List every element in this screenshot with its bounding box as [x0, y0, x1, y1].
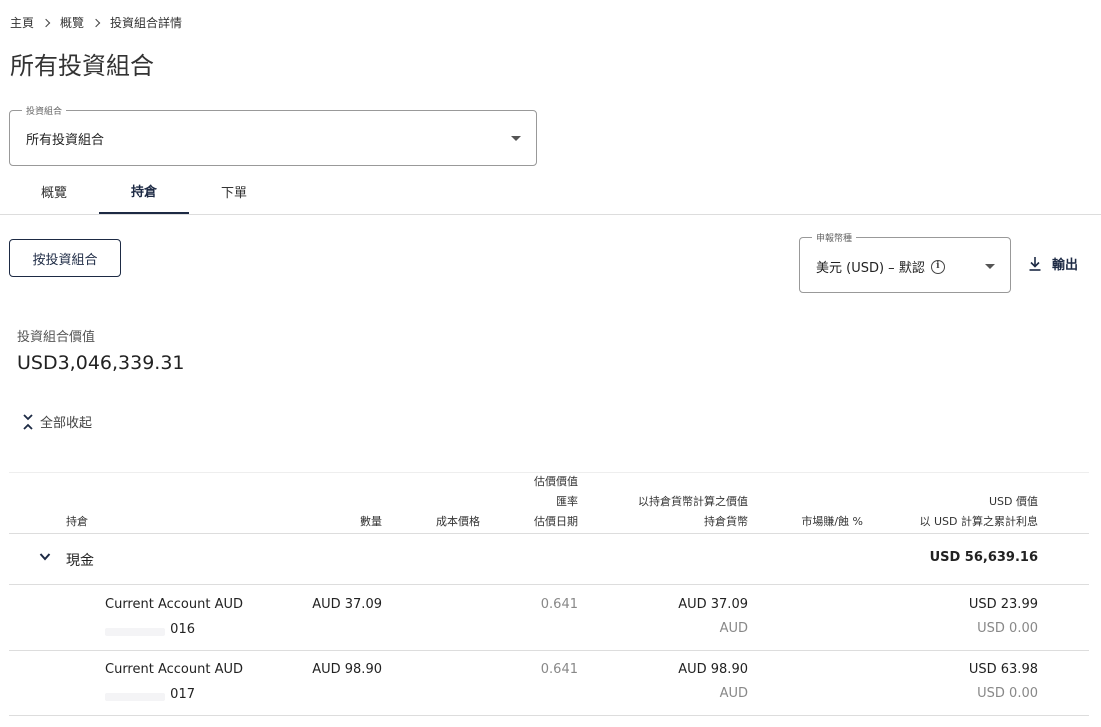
breadcrumb-overview[interactable]: 概覽: [60, 14, 84, 31]
breadcrumb-home[interactable]: 主頁: [10, 14, 34, 31]
breadcrumb-current: 投資組合詳情: [110, 16, 183, 30]
collapse-all-label: 全部收起: [40, 416, 93, 431]
col-header-holding-ccy: 持倉貨幣: [704, 515, 748, 528]
tab-bar: 概覽 持倉 下單: [9, 168, 279, 214]
download-icon: [1029, 256, 1041, 271]
col-header-exchange-rate: 匯率: [556, 495, 578, 508]
col-header-valuation-value: 估價價值: [534, 475, 578, 488]
portfolio-select[interactable]: 投資組合 所有投資組合: [9, 104, 537, 166]
page-title: 所有投資組合: [10, 52, 154, 80]
caret-down-icon: [511, 136, 521, 141]
reporting-currency-value-wrap: 美元 (USD) – 默認 i: [816, 257, 945, 276]
col-header-valuation-date: 估價日期: [534, 515, 578, 528]
export-button[interactable]: 輸出: [1028, 254, 1078, 273]
col-header-value-holding-ccy: 以持倉貨幣計算之價值: [638, 495, 748, 508]
value-holding-ccy: AUD 37.09: [678, 597, 748, 612]
reporting-currency-label: 申報幣種: [812, 231, 857, 244]
holding-ccy: AUD: [719, 686, 748, 701]
tab-overview[interactable]: 概覽: [9, 168, 99, 214]
exchange-rate: 0.641: [540, 597, 578, 612]
breadcrumb: 主頁 概覽 投資組合詳情: [10, 14, 182, 31]
exchange-rate: 0.641: [540, 662, 578, 677]
portfolio-select-value: 所有投資組合: [26, 133, 105, 148]
usd-value: USD 63.98: [968, 662, 1038, 677]
group-row-cash[interactable]: 現金 USD 56,639.16: [9, 534, 1089, 585]
collapse-all-icon: [23, 413, 33, 430]
holding-name: Current Account AUD: [105, 597, 243, 612]
usd-accrued-interest: USD 0.00: [977, 621, 1038, 636]
col-header-quantity: 數量: [360, 515, 382, 528]
export-label: 輸出: [1052, 258, 1079, 273]
usd-value: USD 23.99: [968, 597, 1038, 612]
quantity: AUD 98.90: [312, 662, 382, 677]
group-total: USD 56,639.16: [929, 550, 1038, 565]
account-suffix: 017: [170, 687, 195, 702]
chevron-down-icon[interactable]: [39, 552, 51, 562]
col-header-cost-price: 成本價格: [436, 515, 480, 528]
col-header-holding: 持倉: [66, 515, 88, 528]
divider: [0, 214, 1101, 215]
by-portfolio-button[interactable]: 按投資組合: [9, 239, 121, 277]
portfolio-value-label: 投資組合價值: [17, 330, 96, 345]
portfolio-value: USD3,046,339.31: [17, 352, 185, 374]
col-header-usd-accrued-interest: 以 USD 計算之累計利息: [919, 515, 1039, 528]
holding-ccy: AUD: [719, 621, 748, 636]
group-name: 現金: [66, 553, 94, 569]
info-icon[interactable]: i: [930, 259, 945, 274]
col-header-usd-value: USD 價值: [988, 495, 1038, 508]
reporting-currency-value: 美元 (USD) – 默認: [816, 261, 925, 276]
holding-name: Current Account AUD: [105, 662, 243, 677]
tab-order[interactable]: 下單: [189, 168, 279, 214]
col-header-market-pl: 市場賺/蝕 %: [801, 515, 863, 528]
reporting-currency-select[interactable]: 申報幣種 美元 (USD) – 默認 i: [799, 231, 1011, 293]
portfolio-select-label: 投資組合: [22, 104, 67, 117]
table-row[interactable]: Current Account AUD 016 AUD 37.09 0.641 …: [9, 586, 1089, 651]
tab-holdings[interactable]: 持倉: [99, 168, 189, 214]
chevron-right-icon: [92, 18, 102, 28]
quantity: AUD 37.09: [312, 597, 382, 612]
account-suffix: 016: [170, 622, 195, 637]
usd-accrued-interest: USD 0.00: [977, 686, 1038, 701]
table-row[interactable]: Current Account AUD 017 AUD 98.90 0.641 …: [9, 651, 1089, 716]
chevron-right-icon: [42, 18, 52, 28]
value-holding-ccy: AUD 98.90: [678, 662, 748, 677]
collapse-all-button[interactable]: 全部收起: [22, 412, 92, 431]
caret-down-icon: [985, 264, 995, 269]
